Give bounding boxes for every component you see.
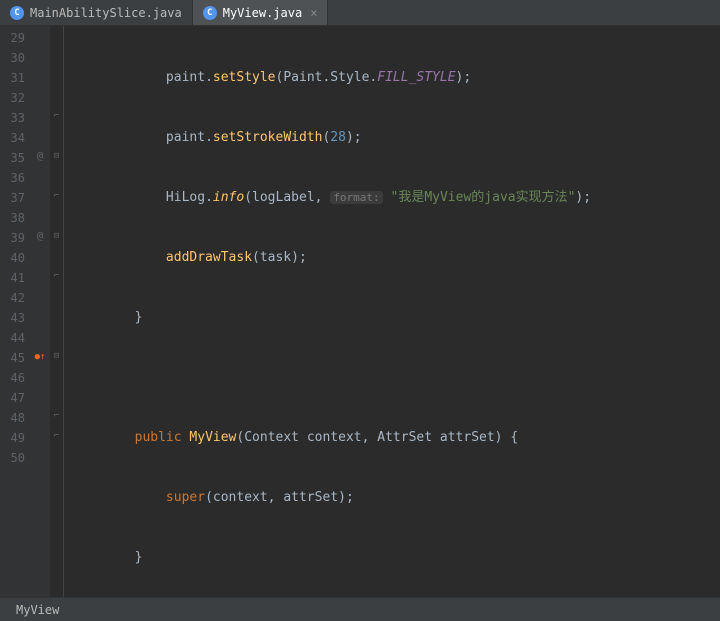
editor-tabs: C MainAbilitySlice.java C MyView.java × xyxy=(0,0,720,26)
code-line[interactable]: } xyxy=(72,548,720,568)
fold-gutter[interactable]: ⌐⊟⌐⊟⌐⊟⌐⌐ xyxy=(50,26,64,597)
code-editor[interactable]: paint.setStyle(Paint.Style.FILL_STYLE); … xyxy=(64,26,720,597)
code-line[interactable]: } xyxy=(72,308,720,328)
breadcrumb[interactable]: MyView xyxy=(0,597,720,621)
tab-myview[interactable]: C MyView.java × xyxy=(193,0,329,25)
tab-label: MainAbilitySlice.java xyxy=(30,6,182,20)
code-line[interactable]: public MyView(Context context, AttrSet a… xyxy=(72,428,720,448)
code-line[interactable]: HiLog.info(logLabel, format: "我是MyView的j… xyxy=(72,188,720,208)
editor-container: 2930313233343536373839404142434445464748… xyxy=(0,26,720,597)
code-line[interactable]: paint.setStyle(Paint.Style.FILL_STYLE); xyxy=(72,68,720,88)
code-line[interactable] xyxy=(72,368,720,388)
param-hint: format: xyxy=(330,191,382,204)
java-class-icon: C xyxy=(203,6,217,20)
breadcrumb-item[interactable]: MyView xyxy=(16,603,59,617)
code-line[interactable]: super(context, attrSet); xyxy=(72,488,720,508)
tab-label: MyView.java xyxy=(223,6,302,20)
tab-main-ability-slice[interactable]: C MainAbilitySlice.java xyxy=(0,0,193,25)
java-class-icon: C xyxy=(10,6,24,20)
vcs-annotation-gutter: @@●↑ xyxy=(30,26,50,597)
close-icon[interactable]: × xyxy=(310,6,317,20)
code-line[interactable]: paint.setStrokeWidth(28); xyxy=(72,128,720,148)
line-number-gutter: 2930313233343536373839404142434445464748… xyxy=(0,26,30,597)
code-line[interactable]: addDrawTask(task); xyxy=(72,248,720,268)
